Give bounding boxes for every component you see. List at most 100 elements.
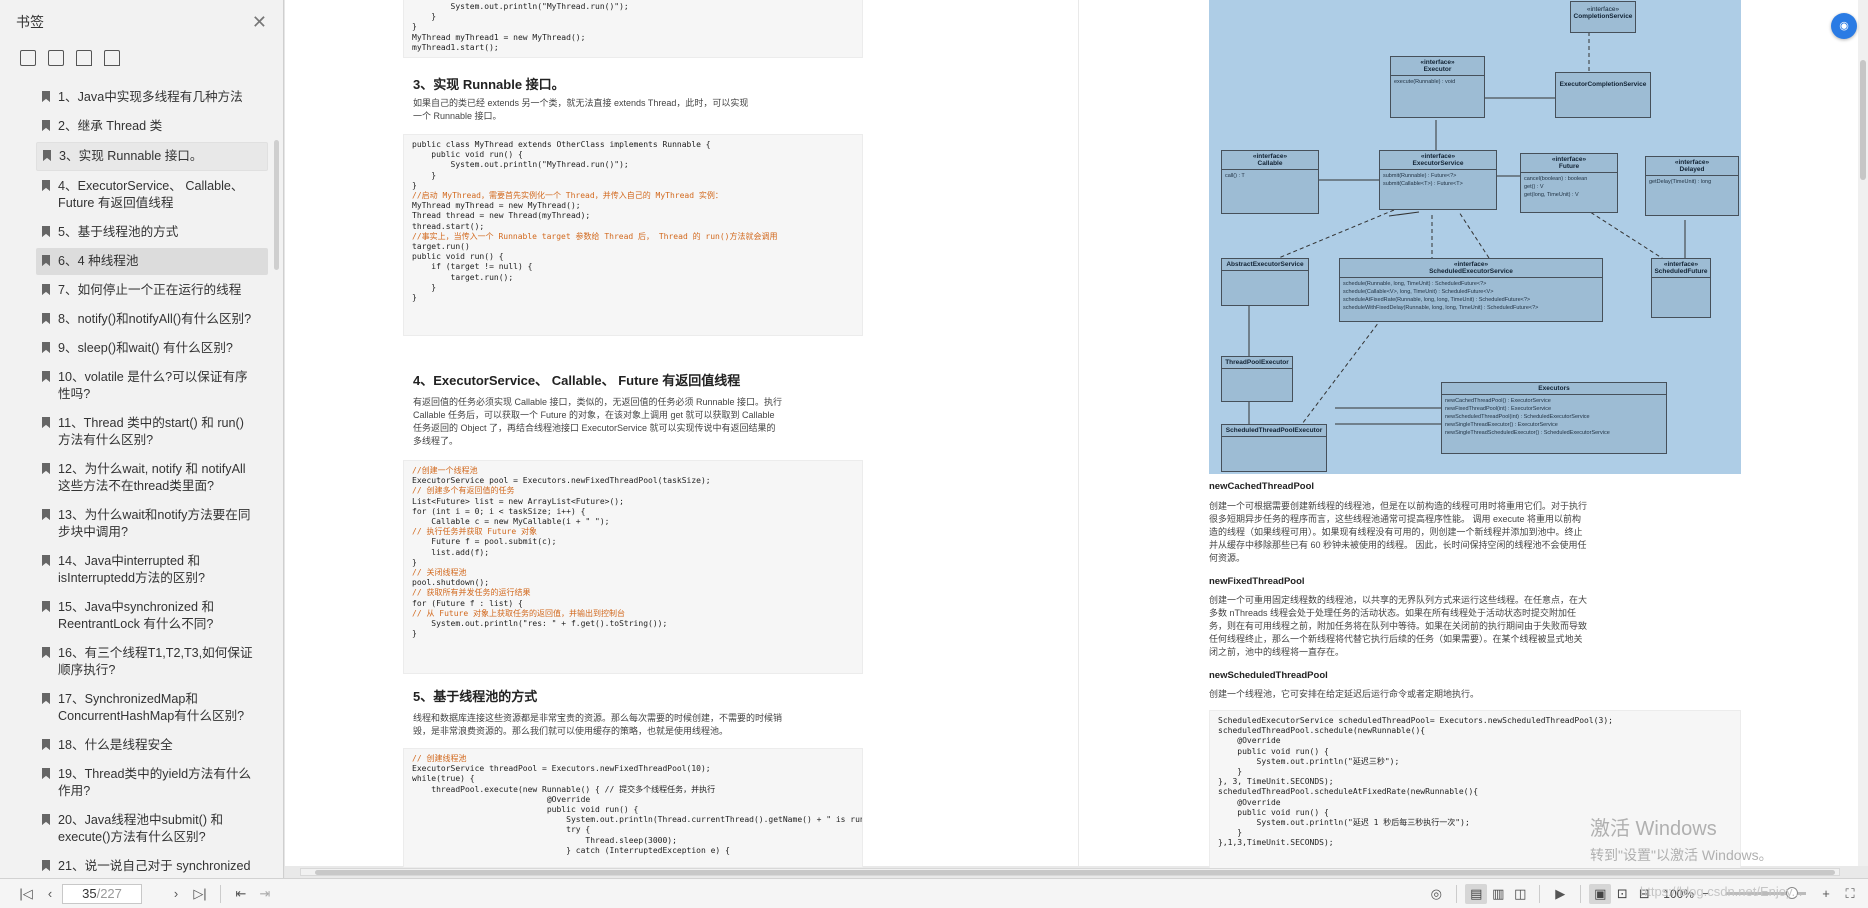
close-icon[interactable]: ✕	[252, 12, 267, 33]
bookmark-icon	[42, 509, 50, 520]
code-line: System.out.println(Thread.currentThread(…	[412, 815, 863, 825]
sidebar-toolbar	[0, 44, 283, 72]
bookmark-label: 5、基于线程池的方式	[58, 225, 179, 239]
bookmark-item[interactable]: 14、Java中interrupted 和 isInterruptedd方法的区…	[36, 548, 268, 592]
bookmark-item[interactable]: 17、SynchronizedMap和ConcurrentHashMap有什么区…	[36, 686, 268, 730]
collapse-all-icon[interactable]	[48, 50, 64, 66]
code-line: myThread1.start();	[412, 42, 499, 52]
zoom-in-icon[interactable]: +	[1814, 883, 1838, 905]
code-line: }	[412, 170, 437, 180]
bookmark-item[interactable]: 11、Thread 类中的start() 和 run() 方法有什么区别?	[36, 410, 268, 454]
two-page-mode-icon[interactable]: ◫	[1509, 884, 1531, 904]
actual-size-icon[interactable]: ▣	[1589, 883, 1612, 904]
bookmark-icon[interactable]	[104, 50, 120, 66]
bookmark-icon	[42, 417, 50, 428]
bookmark-label: 18、什么是线程安全	[58, 738, 173, 752]
bookmark-item[interactable]: 21、说一说自己对于 synchronized	[36, 853, 268, 878]
uml-method: newScheduledThreadPool(int) : ScheduledE…	[1445, 414, 1590, 420]
uml-methods: execute(Runnable) : void	[1391, 76, 1484, 88]
uml-methods: submit(Runnable) : Future<?> submit(Calla…	[1380, 170, 1496, 190]
first-page-icon[interactable]: |◁	[14, 883, 38, 905]
bookmark-item[interactable]: 20、Java线程池中submit() 和 execute()方法有什么区别?	[36, 807, 268, 851]
uml-methods: call() : T	[1222, 170, 1318, 182]
back-icon[interactable]: ⇤	[229, 883, 253, 905]
code-line: System.out.println("延迟三秒");	[1218, 756, 1400, 766]
uml-method: scheduleWithFixedDelay(Runnable, long, l…	[1343, 305, 1539, 311]
code-line: ScheduledExecutorService scheduledThread…	[1218, 716, 1613, 725]
code-line: }	[412, 12, 437, 22]
play-icon[interactable]: ▶	[1548, 883, 1572, 905]
bookmark-label: 15、Java中synchronized 和 ReentrantLock 有什么…	[58, 600, 215, 631]
code-line: target.run()	[412, 242, 470, 252]
uml-methods: newCachedThreadPool() : ExecutorService n…	[1442, 395, 1666, 439]
bookmark-item[interactable]: 7、如何停止一个正在运行的线程	[36, 277, 268, 304]
continuous-mode-icon[interactable]: ▥	[1487, 884, 1509, 904]
bookmark-label: 3、实现 Runnable 接口。	[59, 149, 203, 163]
page-current: 35	[82, 886, 97, 901]
code-line: public void run() {	[412, 805, 639, 815]
para-newscheduledthreadpool: 创建一个线程池，它可安排在给定延迟后运行命令或者定期地执行。	[1209, 689, 1480, 699]
bookmark-item[interactable]: 15、Java中synchronized 和 ReentrantLock 有什么…	[36, 594, 268, 638]
bookmark-item[interactable]: 2、继承 Thread 类	[36, 113, 268, 140]
vertical-scroll-thumb[interactable]	[1860, 60, 1866, 180]
forward-icon[interactable]: ⇥	[253, 883, 277, 905]
uml-method: newFixedThreadPool(int) : ExecutorServic…	[1445, 406, 1552, 412]
sidebar-scrollbar[interactable]	[274, 140, 279, 270]
code-line: // 从 Future 对象上获取任务的返回值，并输出到控制台	[412, 608, 625, 618]
add-bookmark-icon[interactable]	[76, 50, 92, 66]
heading-newscheduledthreadpool: newScheduledThreadPool	[1209, 670, 1328, 681]
code-line: List<Future> list = new ArrayList<Future…	[412, 496, 624, 506]
code-line: target.run();	[412, 272, 514, 282]
code-line: //启动 MyThread，需要首先实例化一个 Thread，并传入自己的 My…	[412, 191, 723, 201]
single-page-mode-icon[interactable]: ▤	[1465, 883, 1488, 904]
eye-icon[interactable]: ◎	[1424, 883, 1448, 905]
uml-methods: cancel(boolean) : boolean get() : V get(lo…	[1521, 173, 1617, 201]
uml-callable: «interface» Callable call() : T	[1221, 150, 1319, 214]
bookmark-item[interactable]: 1、Java中实现多线程有几种方法	[36, 84, 268, 111]
status-bar: |◁ ‹ 35/227 › ▷| ⇤ ⇥ ◎ ▤ ▥ ◫ ▶ ▣ ⊡ ⊟ 100…	[0, 878, 1868, 908]
bookmark-item[interactable]: 16、有三个线程T1,T2,T3,如何保证顺序执行?	[36, 640, 268, 684]
fullscreen-icon[interactable]: ⛶	[1838, 883, 1862, 905]
uml-executors: Executors newCachedThreadPool() : Execut…	[1441, 382, 1667, 454]
next-page-icon[interactable]: ›	[164, 883, 188, 905]
bookmark-item[interactable]: 9、sleep()和wait() 有什么区别?	[36, 335, 268, 362]
bookmark-item[interactable]: 18、什么是线程安全	[36, 732, 268, 759]
uml-threadpoolexecutor: ThreadPoolExecutor	[1221, 356, 1293, 402]
uml-abstractexecutorservice: AbstractExecutorService	[1221, 258, 1309, 306]
bookmark-item[interactable]: 6、4 种线程池	[36, 248, 268, 275]
bookmark-label: 12、为什么wait, notify 和 notifyAll这些方法不在thre…	[58, 462, 246, 493]
bookmark-item[interactable]: 10、volatile 是什么?可以保证有序性吗?	[36, 364, 268, 408]
code-line: Thread thread = new Thread(myThread);	[412, 211, 591, 221]
bookmark-icon	[42, 814, 50, 825]
code-line: }, 3, TimeUnit.SECONDS);	[1218, 777, 1334, 787]
prev-page-icon[interactable]: ‹	[38, 883, 62, 905]
vertical-scrollbar[interactable]	[1858, 0, 1868, 866]
bookmark-label: 1、Java中实现多线程有几种方法	[58, 90, 243, 104]
code-line: }	[412, 629, 417, 639]
code-line: // 执行任务并获取 Future 对象	[412, 527, 537, 537]
heading-newfixedthreadpool: newFixedThreadPool	[1209, 576, 1305, 587]
bookmark-item[interactable]: 4、ExecutorService、 Callable、 Future 有返回值…	[36, 173, 268, 217]
code-line: Future f = pool.submit(c);	[412, 537, 557, 547]
bookmark-item[interactable]: 3、实现 Runnable 接口。	[36, 142, 268, 171]
fit-page-icon[interactable]: ⊡	[1611, 884, 1633, 904]
horizontal-scrollbar[interactable]	[300, 868, 1840, 876]
bookmark-item[interactable]: 8、notify()和notifyAll()有什么区别?	[36, 306, 268, 333]
bookmark-icon	[42, 693, 50, 704]
bookmark-item[interactable]: 5、基于线程池的方式	[36, 219, 268, 246]
code-line: System.out.println("MyThread.run()");	[412, 2, 629, 11]
bookmark-item[interactable]: 12、为什么wait, notify 和 notifyAll这些方法不在thre…	[36, 456, 268, 500]
bookmark-item[interactable]: 13、为什么wait和notify方法要在同步块中调用?	[36, 502, 268, 546]
last-page-icon[interactable]: ▷|	[188, 883, 212, 905]
expand-all-icon[interactable]	[20, 50, 36, 66]
code-line: @Override	[1218, 797, 1281, 807]
horizontal-scroll-thumb[interactable]	[315, 870, 1835, 875]
assistant-float-icon[interactable]: ◉	[1831, 13, 1857, 39]
bookmark-item[interactable]: 19、Thread类中的yield方法有什么作用?	[36, 761, 268, 805]
code-line: //事实上，当传入一个 Runnable target 参数给 Thread 后…	[412, 231, 778, 241]
activation-title: 激活 Windows	[1590, 818, 1717, 840]
uml-method: submit(Callable<T>) : Future<T>	[1383, 181, 1463, 187]
page-number-field[interactable]: 35/227	[62, 883, 142, 904]
bookmark-label: 4、ExecutorService、 Callable、 Future 有返回值…	[58, 179, 244, 210]
bookmark-label: 10、volatile 是什么?可以保证有序性吗?	[58, 370, 248, 401]
